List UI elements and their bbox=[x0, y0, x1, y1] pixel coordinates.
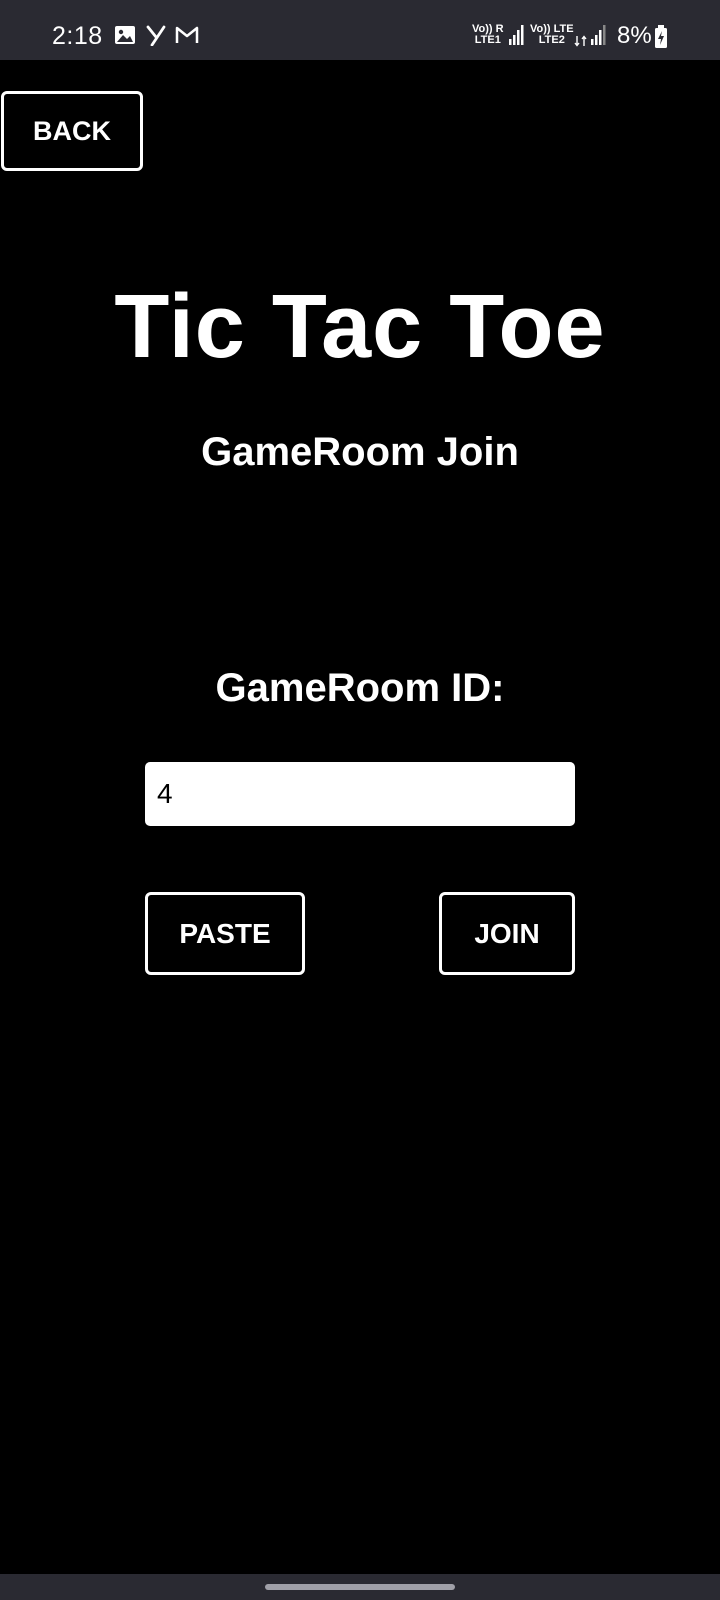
sim2-network-label: Vo)) LTE LTE2 bbox=[530, 23, 574, 46]
battery-charging-icon bbox=[654, 25, 668, 54]
gameroom-id-input[interactable] bbox=[145, 762, 575, 826]
sim2-signal-icon bbox=[590, 24, 606, 51]
sim1-signal-icon bbox=[508, 24, 524, 51]
y-app-icon bbox=[146, 24, 168, 51]
navigation-bar bbox=[0, 1574, 720, 1600]
sim1-network-label: Vo)) R LTE1 bbox=[472, 23, 504, 46]
page-title: Tic Tac Toe bbox=[114, 277, 606, 377]
page-subtitle: GameRoom Join bbox=[201, 430, 519, 474]
home-gesture-handle[interactable] bbox=[265, 1584, 455, 1590]
gameroom-id-label: GameRoom ID: bbox=[215, 666, 505, 710]
data-arrows-icon bbox=[574, 34, 588, 52]
gmail-icon bbox=[175, 24, 199, 51]
paste-button[interactable]: PASTE bbox=[145, 892, 305, 975]
join-button[interactable]: JOIN bbox=[439, 892, 575, 975]
status-time: 2:18 bbox=[52, 22, 103, 50]
battery-percent: 8% bbox=[617, 22, 652, 49]
back-button[interactable]: BACK bbox=[1, 91, 143, 171]
image-icon bbox=[114, 24, 136, 51]
status-bar: 2:18 Vo)) R LTE1 Vo)) LTE LTE2 8% bbox=[0, 0, 720, 60]
